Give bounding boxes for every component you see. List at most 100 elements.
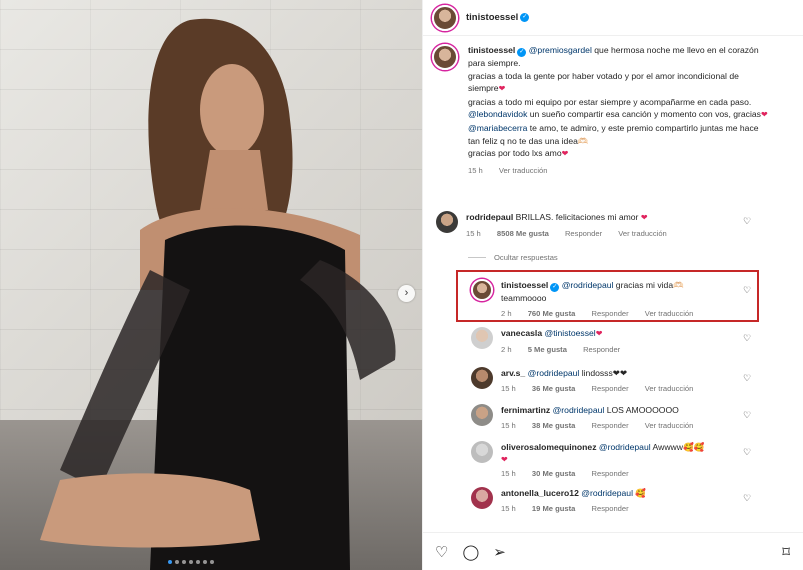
heart-emoji: ❤	[641, 212, 648, 224]
bookmark-icon[interactable]: ⌑	[782, 543, 790, 561]
reply-meta: 15 h 30 Me gusta Responder	[501, 468, 771, 480]
divider-line	[468, 257, 486, 258]
post-photo[interactable]: ›	[0, 0, 422, 570]
comment-meta: 15 h 8508 Me gusta Responder Ver traducc…	[466, 228, 736, 240]
post-caption: tinistoessel✓ @premiosgardel que hermosa…	[432, 44, 792, 177]
likes-count[interactable]: 8508 Me gusta	[497, 229, 549, 238]
reply-text: lindosss❤❤	[579, 368, 627, 378]
caption-text: un sueño compartir esa canción y momento…	[527, 109, 761, 119]
comment-text: BRILLAS. felicitaciones mi amor	[513, 212, 641, 222]
timestamp: 15 h	[501, 421, 516, 430]
avatar[interactable]	[471, 404, 493, 426]
avatar[interactable]	[432, 5, 458, 31]
header-username[interactable]: tinistoessel	[466, 12, 518, 23]
carousel-dot	[168, 560, 172, 564]
hide-replies-button[interactable]: Ocultar respuestas	[468, 253, 558, 262]
timestamp: 15 h	[466, 229, 481, 238]
reply-button[interactable]: Responder	[592, 504, 629, 513]
carousel-dot	[196, 560, 200, 564]
carousel-dot	[203, 560, 207, 564]
woman-figure-illustration	[0, 0, 422, 570]
see-translation-link[interactable]: Ver traducción	[618, 229, 667, 238]
heart-icon[interactable]: ♡	[743, 493, 803, 504]
reply-username[interactable]: antonella_lucero12	[501, 488, 579, 498]
carousel-dot	[210, 560, 214, 564]
reply-username[interactable]: arv.s_	[501, 368, 525, 378]
heart-icon[interactable]: ♡	[743, 447, 803, 458]
mention-link[interactable]: @tinistoessel	[544, 328, 595, 338]
heart-icon[interactable]: ♡	[435, 543, 448, 561]
reply-meta: 2 h 5 Me gusta Responder	[501, 344, 771, 356]
mention-link[interactable]: @rodridepaul	[528, 368, 580, 378]
likes-count[interactable]: 36 Me gusta	[532, 384, 575, 393]
mention-link[interactable]: @mariabecerra	[468, 123, 527, 133]
see-translation-link[interactable]: Ver traducción	[645, 421, 694, 430]
heart-emoji: ❤	[761, 109, 768, 122]
carousel-dot	[175, 560, 179, 564]
comment-username[interactable]: rodridepaul	[466, 212, 513, 222]
post-actions-bar: ♡ ◯ ➢ ⌑	[423, 532, 803, 570]
reply-username[interactable]: vanecasla	[501, 328, 542, 338]
likes-count[interactable]: 5 Me gusta	[528, 345, 567, 354]
reply-text: LOS AMOOOOOO	[604, 405, 679, 415]
avatar[interactable]	[471, 327, 493, 349]
timestamp: 15 h	[468, 166, 483, 175]
caption-text: gracias a toda la gente por haber votado…	[468, 71, 739, 94]
highlight-box	[456, 270, 759, 322]
see-translation-link[interactable]: Ver traducción	[645, 384, 694, 393]
reply-button[interactable]: Responder	[592, 469, 629, 478]
comment-item: rodridepaul BRILLAS. felicitaciones mi a…	[436, 211, 776, 240]
caption-username[interactable]: tinistoessel	[468, 45, 515, 55]
mention-link[interactable]: @rodridepaul	[553, 405, 605, 415]
avatar[interactable]	[436, 211, 458, 233]
share-icon[interactable]: ➢	[493, 543, 506, 561]
chevron-right-icon: ›	[405, 287, 409, 299]
reply-username[interactable]: fernimartinz	[501, 405, 550, 415]
heart-icon[interactable]: ♡	[743, 373, 803, 384]
reply-text: ❤	[596, 328, 603, 340]
reply-text: 🥰	[633, 488, 646, 498]
avatar[interactable]	[432, 44, 458, 70]
likes-count[interactable]: 30 Me gusta	[532, 469, 575, 478]
caption-text: gracias por todo lxs amo	[468, 148, 562, 158]
timestamp: 2 h	[501, 345, 512, 354]
mention-link[interactable]: @lebondavidok	[468, 109, 527, 119]
reply-meta: 15 h 38 Me gusta Responder Ver traducció…	[501, 420, 771, 432]
avatar[interactable]	[471, 367, 493, 389]
comment-icon[interactable]: ◯	[462, 543, 479, 561]
reply-button[interactable]: Responder	[583, 345, 620, 354]
avatar[interactable]	[471, 441, 493, 463]
heart-icon[interactable]: ♡	[743, 333, 803, 344]
reply-button[interactable]: Responder	[565, 229, 602, 238]
reply-meta: 15 h 19 Me gusta Responder	[501, 503, 771, 515]
reply-meta: 15 h 36 Me gusta Responder Ver traducció…	[501, 383, 771, 395]
carousel-dot	[182, 560, 186, 564]
reply-text: Awwww🥰🥰	[651, 442, 705, 452]
caption-meta: 15 h Ver traducción	[468, 165, 768, 178]
mention-link[interactable]: @rodridepaul	[599, 442, 651, 452]
verified-badge-icon: ✓	[517, 48, 526, 57]
avatar[interactable]	[471, 487, 493, 509]
heart-emoji: ❤	[562, 148, 569, 161]
carousel-next-button[interactable]: ›	[398, 285, 415, 302]
mention-link[interactable]: @rodridepaul	[581, 488, 633, 498]
reply-text: ❤	[501, 454, 508, 466]
carousel-dots	[168, 560, 214, 564]
likes-count[interactable]: 38 Me gusta	[532, 421, 575, 430]
timestamp: 15 h	[501, 384, 516, 393]
post-header: tinistoessel ✓	[423, 0, 803, 36]
timestamp: 15 h	[501, 469, 516, 478]
heart-icon[interactable]: ♡	[743, 410, 803, 421]
reply-username[interactable]: oliverosalomequinonez	[501, 442, 597, 452]
mention-link[interactable]: @premiosgardel	[529, 45, 592, 55]
heart-emoji: ❤	[499, 83, 506, 96]
hide-replies-label: Ocultar respuestas	[494, 253, 558, 262]
verified-badge-icon: ✓	[520, 13, 529, 22]
likes-count[interactable]: 19 Me gusta	[532, 504, 575, 513]
reply-button[interactable]: Responder	[592, 384, 629, 393]
timestamp: 15 h	[501, 504, 516, 513]
see-translation-link[interactable]: Ver traducción	[499, 166, 548, 175]
heart-icon[interactable]: ♡	[743, 216, 803, 227]
reply-button[interactable]: Responder	[592, 421, 629, 430]
carousel-dot	[189, 560, 193, 564]
